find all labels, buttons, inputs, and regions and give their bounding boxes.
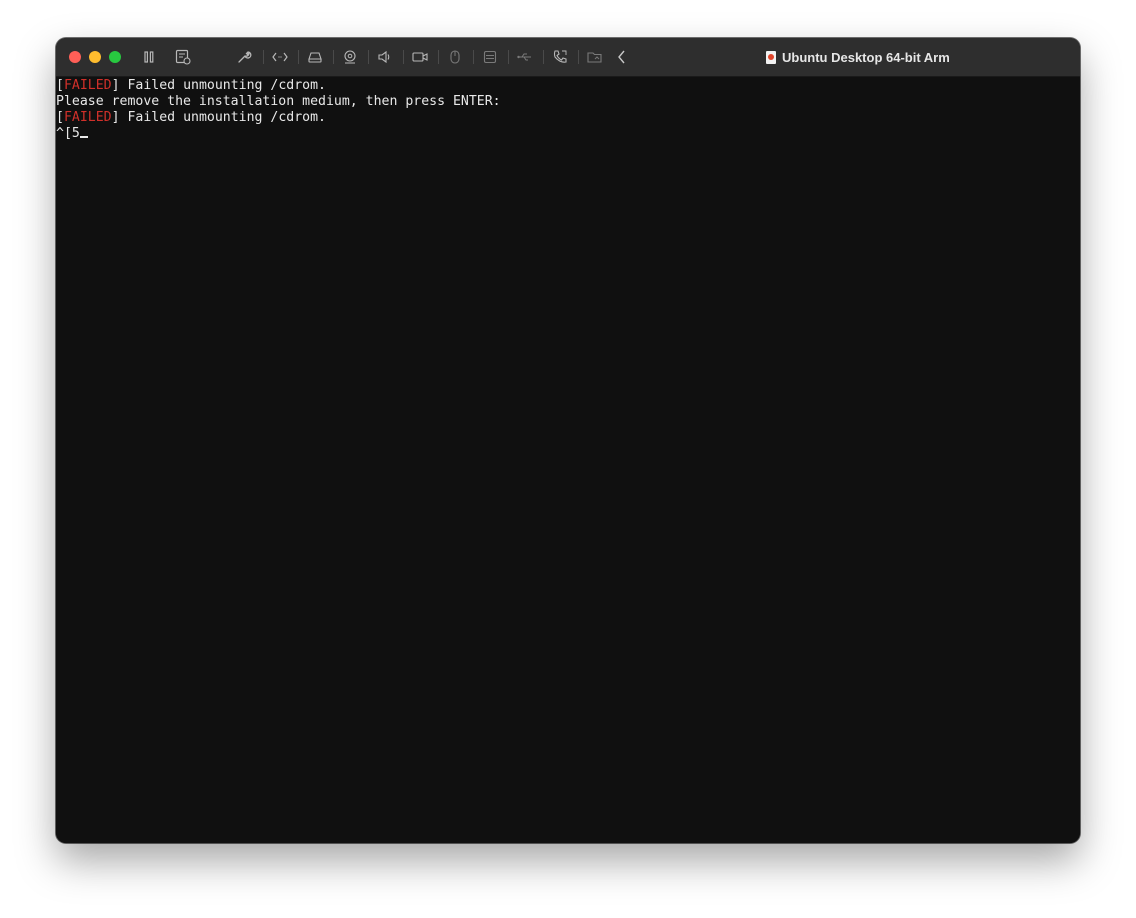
bracket: [	[56, 110, 64, 125]
video-camera-icon[interactable]	[410, 47, 430, 67]
failed-status: FAILED	[63, 110, 112, 125]
settings-wrench-icon[interactable]	[234, 47, 254, 67]
close-button[interactable]	[69, 51, 81, 63]
terminal-text: ^[5	[56, 126, 80, 141]
terminal-line: ^[5	[56, 126, 1080, 142]
code-icon[interactable]	[270, 47, 290, 67]
minimize-button[interactable]	[89, 51, 101, 63]
phone-icon[interactable]	[550, 47, 570, 67]
terminal-line: Please remove the installation medium, t…	[56, 94, 1080, 110]
terminal-line: [FAILED] Failed unmounting /cdrom.	[56, 110, 1080, 126]
failed-status: FAILED	[63, 78, 112, 93]
bracket: ]	[111, 78, 120, 93]
titlebar: Ubuntu Desktop 64-bit Arm	[56, 38, 1080, 77]
snapshot-icon[interactable]	[173, 47, 193, 67]
terminal-text: Please remove the installation medium, t…	[56, 94, 501, 109]
chevron-left-icon[interactable]	[612, 47, 632, 67]
terminal-text: Failed unmounting /cdrom.	[119, 110, 326, 125]
hard-disk-icon[interactable]	[305, 47, 325, 67]
text-cursor	[79, 136, 88, 138]
terminal-text: Failed unmounting /cdrom.	[119, 78, 326, 93]
mouse-icon[interactable]	[445, 47, 465, 67]
document-icon	[766, 50, 776, 64]
network-icon[interactable]	[480, 47, 500, 67]
shared-folder-icon[interactable]	[585, 47, 605, 67]
zoom-button[interactable]	[109, 51, 121, 63]
camera-icon[interactable]	[340, 47, 360, 67]
vm-window: Ubuntu Desktop 64-bit Arm [FAILED] Faile…	[56, 38, 1080, 843]
terminal-console[interactable]: [FAILED] Failed unmounting /cdrom. Pleas…	[56, 77, 1080, 843]
terminal-line: [FAILED] Failed unmounting /cdrom.	[56, 78, 1080, 94]
window-title-group: Ubuntu Desktop 64-bit Arm	[766, 48, 950, 66]
usb-icon[interactable]	[515, 47, 535, 67]
bracket: ]	[111, 110, 120, 125]
audio-icon[interactable]	[375, 47, 395, 67]
bracket: [	[56, 78, 64, 93]
pause-icon[interactable]	[139, 47, 159, 67]
window-title: Ubuntu Desktop 64-bit Arm	[782, 49, 950, 65]
